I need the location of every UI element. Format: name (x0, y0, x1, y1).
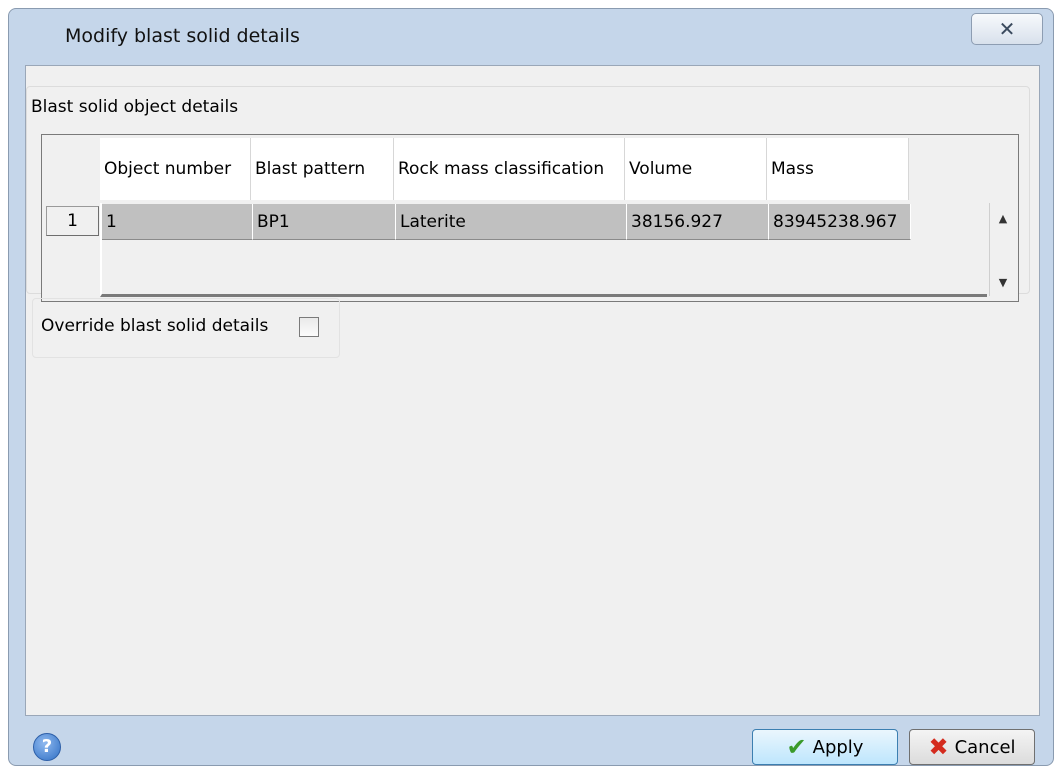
column-header-rock-mass-classification[interactable]: Rock mass classification (394, 138, 625, 200)
apply-label: Apply (812, 736, 864, 758)
cell-rock-mass-classification[interactable]: Laterite (396, 204, 627, 240)
check-icon: ✔ (786, 733, 807, 761)
close-button[interactable]: ✕ (971, 13, 1043, 45)
dialog-body: Blast solid object details Object number… (25, 65, 1040, 716)
cell-blast-pattern[interactable]: BP1 (253, 204, 396, 240)
cell-mass[interactable]: 83945238.967 (769, 204, 911, 240)
details-grid[interactable]: Object number Blast pattern Rock mass cl… (41, 134, 1019, 302)
scroll-up-icon[interactable]: ▲ (994, 209, 1012, 227)
x-icon: ✖ (928, 733, 949, 761)
override-checkbox[interactable] (299, 317, 319, 337)
blast-solid-details-group: Blast solid object details Object number… (26, 86, 1030, 302)
cell-object-number[interactable]: 1 (102, 204, 253, 240)
column-header-blast-pattern[interactable]: Blast pattern (251, 138, 394, 200)
cancel-button[interactable]: ✖ Cancel (909, 729, 1035, 765)
dialog-window: Modify blast solid details ✕ Blast solid… (8, 8, 1054, 766)
help-icon: ? (41, 736, 53, 757)
override-label: Override blast solid details (41, 316, 269, 336)
override-panel: Override blast solid details (32, 298, 340, 358)
group-title: Blast solid object details (31, 97, 245, 117)
help-button[interactable]: ? (33, 733, 61, 761)
vertical-scrollbar[interactable]: ▲ ▼ (989, 203, 1015, 296)
table-rows: 1 BP1 Laterite 38156.927 83945238.967 (100, 203, 987, 297)
window-title: Modify blast solid details (65, 25, 300, 47)
apply-button[interactable]: ✔ Apply (752, 729, 898, 765)
column-header-object-number[interactable]: Object number (100, 138, 251, 200)
row-header-1[interactable]: 1 (46, 206, 99, 236)
close-icon: ✕ (998, 17, 1016, 41)
cancel-label: Cancel (954, 736, 1016, 758)
column-header-mass[interactable]: Mass (767, 138, 909, 200)
column-header-volume[interactable]: Volume (625, 138, 767, 200)
scroll-down-icon[interactable]: ▼ (994, 273, 1012, 291)
cell-volume[interactable]: 38156.927 (627, 204, 769, 240)
